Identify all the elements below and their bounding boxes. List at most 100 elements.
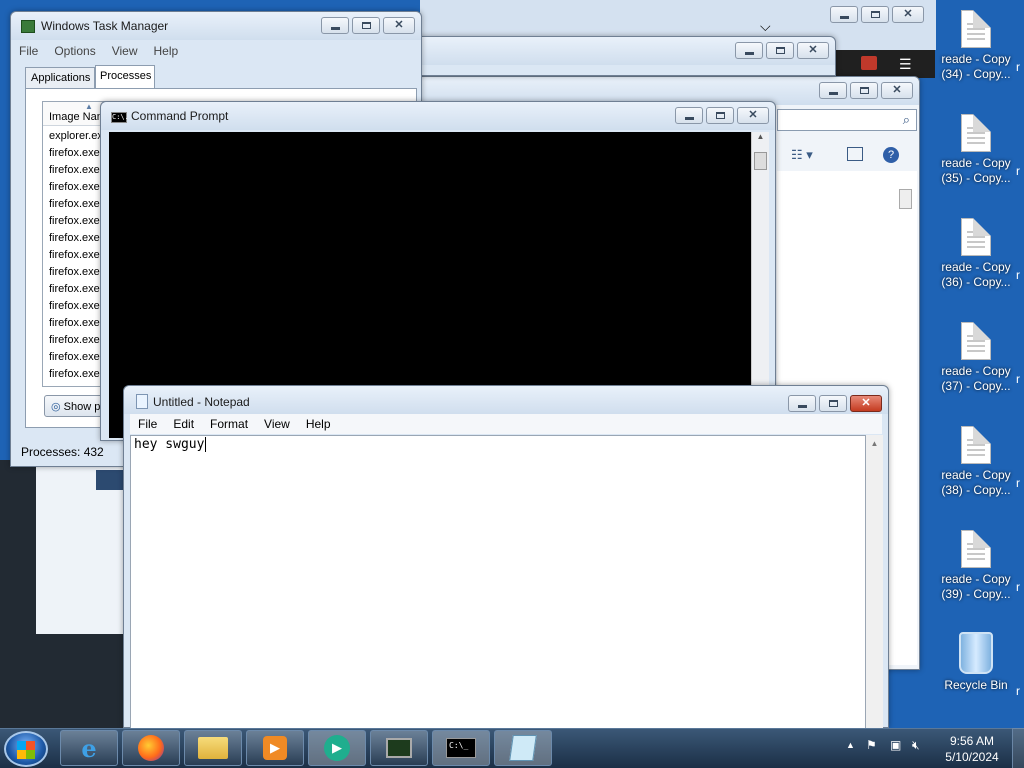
recycle-bin[interactable]: Recycle Bin: [938, 632, 1014, 693]
close-button[interactable]: ✕: [383, 17, 415, 34]
desktop-file-icon[interactable]: reade - Copy (38) - Copy...: [938, 426, 1014, 498]
volume-muted-icon[interactable]: 🔇︎: [912, 738, 920, 753]
search-input[interactable]: ⌕: [777, 109, 917, 131]
taskbar-firefox[interactable]: [122, 730, 180, 766]
document-icon: [961, 530, 991, 568]
cmd-controls: ✕: [675, 107, 769, 124]
taskbar-file-explorer[interactable]: [184, 730, 242, 766]
window-title: Command Prompt: [131, 109, 229, 123]
notepad-scrollbar[interactable]: ▲: [866, 435, 883, 729]
desktop-file-label: reade - Copy (34) - Copy...: [941, 52, 1011, 81]
task-manager-menubar: File Options View Help: [11, 41, 421, 61]
notepad-titlebar: Untitled - Notepad: [124, 386, 888, 414]
clock-time: 9:56 AM: [949, 734, 995, 748]
background-panel-block: [96, 470, 124, 490]
tab-applications[interactable]: Applications: [25, 67, 95, 89]
cmd-icon: C:\_: [446, 738, 476, 758]
taskbar-media-player[interactable]: ▶: [246, 730, 304, 766]
notepad-controls: ✕: [788, 395, 882, 412]
maximize-icon: [775, 47, 785, 54]
taskbar-media-center[interactable]: ▶: [308, 730, 366, 766]
tab-processes[interactable]: Processes: [95, 65, 155, 89]
folder-icon: [198, 737, 228, 759]
sort-arrow-icon: ▲: [85, 102, 93, 111]
maximize-button[interactable]: [706, 107, 734, 124]
network-icon[interactable]: ▣: [890, 738, 901, 752]
ublock-icon[interactable]: [861, 56, 877, 70]
desktop-file-label: reade - Copy (39) - Copy...: [941, 572, 1011, 601]
taskbar-internet-explorer[interactable]: e: [60, 730, 118, 766]
minimize-button[interactable]: [788, 395, 816, 412]
action-center-flag-icon[interactable]: ⚑: [866, 738, 877, 752]
taskbar-notepad[interactable]: [494, 730, 552, 766]
offscreen-label: r: [1016, 60, 1020, 74]
menu-view[interactable]: View: [256, 417, 298, 431]
menu-edit[interactable]: Edit: [165, 417, 202, 431]
desktop-file-icon[interactable]: reade - Copy (37) - Copy...: [938, 322, 1014, 394]
maximize-button[interactable]: [861, 6, 889, 23]
minimize-button[interactable]: [819, 82, 847, 99]
help-icon[interactable]: ?: [883, 147, 899, 163]
minimize-icon: [828, 91, 838, 95]
notepad-text-area[interactable]: hey swguy: [130, 435, 866, 729]
minimize-button[interactable]: [321, 17, 349, 34]
desktop-file-icon[interactable]: reade - Copy (34) - Copy...: [938, 10, 1014, 82]
chevron-down-icon[interactable]: ⌵: [760, 18, 771, 35]
clock[interactable]: 9:56 AM 5/10/2024: [942, 733, 1002, 765]
close-button[interactable]: ✕: [850, 395, 882, 412]
view-options-icon[interactable]: ☷ ▾: [791, 147, 813, 163]
scrollbar-thumb[interactable]: [899, 189, 912, 209]
taskbar-command-prompt[interactable]: C:\_: [432, 730, 490, 766]
close-icon: ✕: [903, 8, 913, 20]
desktop-file-icon[interactable]: reade - Copy (35) - Copy...: [938, 114, 1014, 186]
task-manager-icon: [21, 20, 35, 33]
task-manager-icon: [386, 738, 412, 758]
offscreen-label: r: [1016, 164, 1020, 178]
maximize-button[interactable]: [766, 42, 794, 59]
menu-file[interactable]: File: [11, 44, 46, 58]
close-icon: ✕: [394, 19, 404, 31]
menu-help[interactable]: Help: [298, 417, 339, 431]
scroll-up-icon[interactable]: ▲: [866, 439, 883, 448]
cmd-icon: C:\.: [111, 112, 129, 123]
minimize-icon: [684, 116, 694, 120]
menu-icon[interactable]: ☰: [899, 56, 912, 73]
menu-file[interactable]: File: [130, 417, 165, 431]
document-icon: [961, 114, 991, 152]
taskbar-task-manager[interactable]: [370, 730, 428, 766]
menu-options[interactable]: Options: [46, 44, 103, 58]
close-icon: ✕: [861, 397, 871, 409]
minimize-button[interactable]: [675, 107, 703, 124]
maximize-button[interactable]: [850, 82, 878, 99]
minimize-button[interactable]: [735, 42, 763, 59]
menu-format[interactable]: Format: [202, 417, 256, 431]
close-button[interactable]: ✕: [797, 42, 829, 59]
desktop-file-label: reade - Copy (35) - Copy...: [941, 156, 1011, 185]
maximize-icon: [828, 400, 838, 407]
close-button[interactable]: ✕: [737, 107, 769, 124]
preview-pane-icon[interactable]: [847, 147, 863, 161]
recycle-bin-label: Recycle Bin: [944, 678, 1008, 692]
scroll-up-icon[interactable]: ▲: [752, 132, 769, 141]
notepad-icon: [509, 735, 537, 761]
offscreen-label: r: [1016, 372, 1020, 386]
show-hidden-icons[interactable]: ▲: [846, 740, 855, 750]
desktop-file-icon[interactable]: reade - Copy (39) - Copy...: [938, 530, 1014, 602]
desktop-file-icon[interactable]: reade - Copy (36) - Copy...: [938, 218, 1014, 290]
menu-view[interactable]: View: [104, 44, 146, 58]
start-button[interactable]: [4, 731, 48, 767]
maximize-button[interactable]: [819, 395, 847, 412]
maximize-icon: [870, 11, 880, 18]
offscreen-label: r: [1016, 476, 1020, 490]
close-button[interactable]: ✕: [892, 6, 924, 23]
document-icon: [961, 10, 991, 48]
menu-help[interactable]: Help: [146, 44, 187, 58]
document-icon: [961, 218, 991, 256]
close-button[interactable]: ✕: [881, 82, 913, 99]
maximize-button[interactable]: [352, 17, 380, 34]
maximize-icon: [361, 22, 371, 29]
scrollbar-thumb[interactable]: [754, 152, 767, 170]
minimize-button[interactable]: [830, 6, 858, 23]
show-desktop-button[interactable]: [1012, 728, 1024, 768]
desktop-file-label: reade - Copy (38) - Copy...: [941, 468, 1011, 497]
